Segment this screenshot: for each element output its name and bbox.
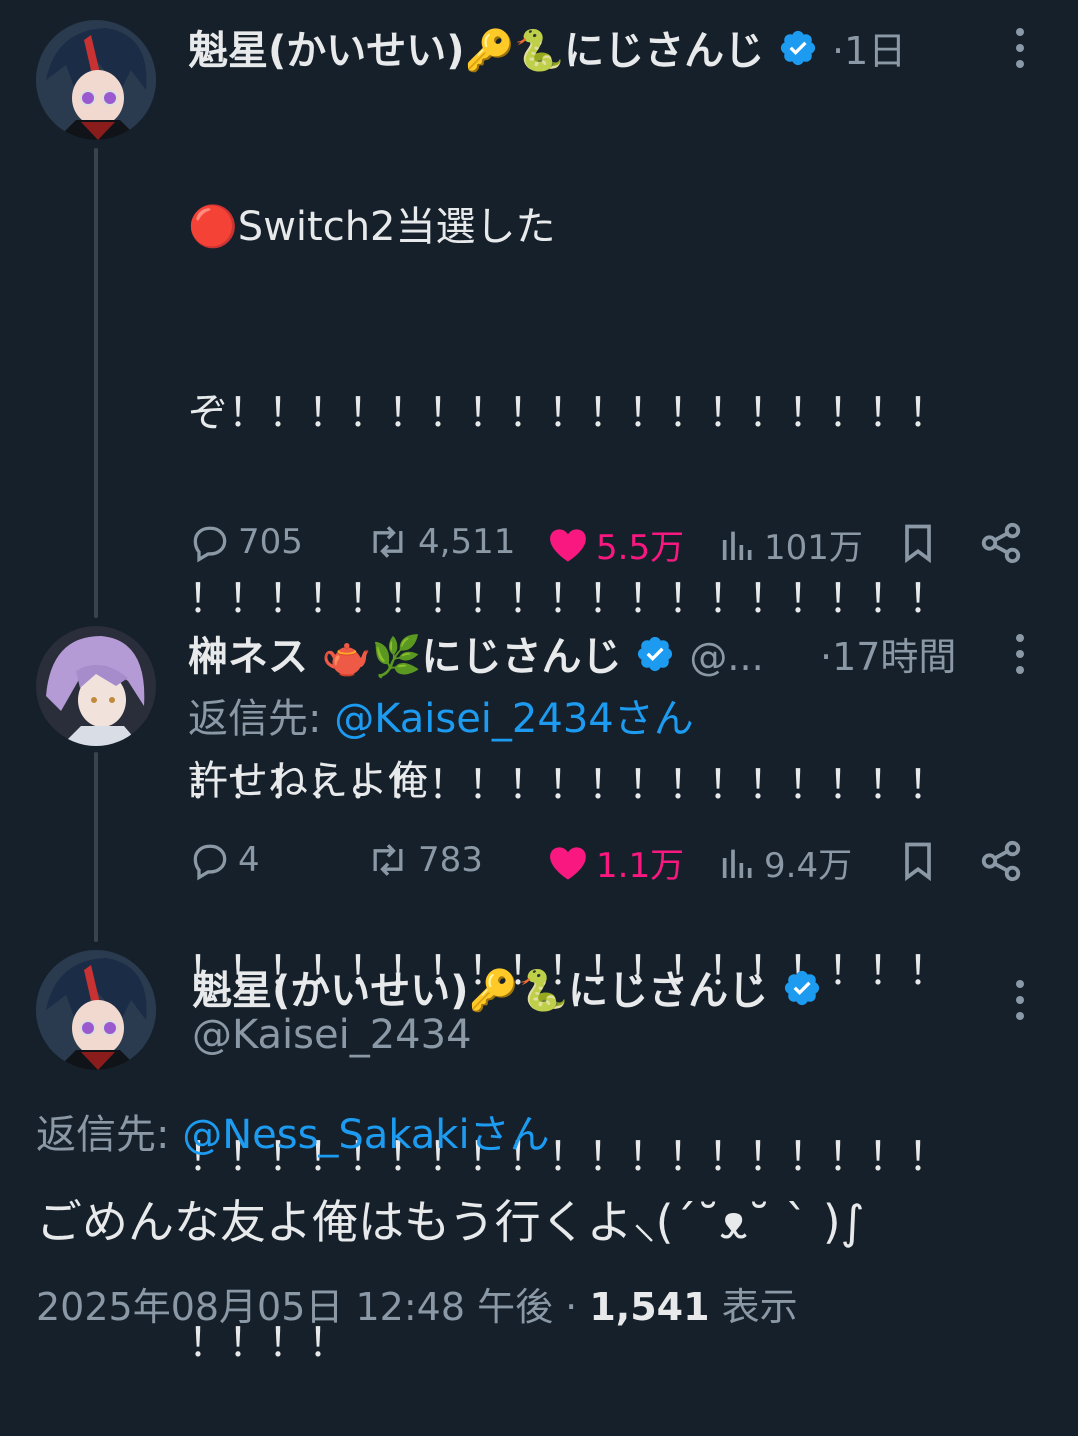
avatar-ness[interactable] [36,626,156,746]
heart-filled-icon [550,528,586,561]
tweet1-like-count: 5.5万 [596,528,685,568]
reply-icon [193,844,227,881]
tweet1-like-button[interactable]: 5.5万 [546,520,684,569]
tweet3-reply-prefix: 返信先: [36,1112,183,1158]
tweet2-reply-to-link[interactable]: @Kaisei_2434さん [334,696,694,742]
avatar-kaisei-focused[interactable] [36,950,156,1070]
tweet1-time[interactable]: ·1日 [832,29,906,73]
tweet2-body: 許せねえよ俺 [188,758,428,804]
tweet1-reply-button[interactable]: 705 [188,520,303,564]
verified-badge-icon [782,968,822,1018]
tweet2-reply-context: 返信先: @Kaisei_2434さん [188,686,694,744]
tweet3-author-name-text: 魁星(かいせい)🔑🐍にじさんじ [192,968,769,1014]
tweet1-views-button[interactable]: 101万 [718,520,863,569]
tweet1-author-name-text: 魁星(かいせい)🔑🐍にじさんじ [188,28,765,74]
tweet2-retweet-button[interactable]: 783 [364,838,483,882]
tweet3-timestamp[interactable]: 2025年08月05日 12:48 午後 · [36,1285,589,1329]
tweet2-view-count: 9.4万 [764,846,853,886]
thread-line-1 [94,148,98,618]
tweet2-reply-prefix: 返信先: [188,696,335,742]
tweet1-share-icon[interactable] [978,520,1024,570]
tweet1-line-3: ！！！！！！！！！！！！！！！！！！！ [188,576,948,622]
tweet3-handle[interactable]: @Kaisei_2434 [192,1012,472,1058]
tweet2-reply-count: 4 [238,840,260,880]
thread-line-2 [94,752,98,942]
tweet3-reply-context: 返信先: @Ness_Sakakiさん [36,1102,550,1160]
heart-filled-icon [550,846,586,879]
tweet3-body: ごめんな友よ俺はもう行くよ⸜(´˘ᴥ˘ ` )∫ [36,1195,865,1249]
tweet1-line-2: ぞ！！！！！！！！！！！！！！！！！！ [188,390,948,436]
tweet2-like-count: 1.1万 [596,846,685,886]
tweet1-reply-count: 705 [238,522,303,562]
avatar-kaisei[interactable] [36,20,156,140]
tweet1-more-icon[interactable] [1016,28,1024,76]
views-chart-icon [722,849,752,878]
tweet1-bookmark-icon[interactable] [896,520,940,570]
tweet2-more-icon[interactable] [1016,634,1024,682]
tweet1-line-1: 🔴Switch2当選した [188,204,556,250]
verified-badge-icon [635,634,675,684]
retweet-icon [373,844,403,876]
tweet2-reply-button[interactable]: 4 [188,838,260,882]
retweet-icon [373,526,403,558]
tweet3-view-label: 表示 [709,1285,798,1329]
tweet3-more-icon[interactable] [1016,980,1024,1028]
verified-badge-icon [778,28,818,78]
tweet2-handle[interactable]: @... [689,635,763,679]
tweet2-retweet-count: 783 [418,840,483,880]
tweet3-reply-to-link[interactable]: @Ness_Sakakiさん [182,1112,549,1158]
tweet1-retweet-button[interactable]: 4,511 [364,520,515,564]
reply-icon [193,526,227,563]
tweet2-author-name[interactable]: 榊ネス 🫖🌿にじさんじ @... [188,624,764,684]
tweet2-author-name-text: 榊ネス 🫖🌿にじさんじ [188,634,622,680]
tweet1-author-name[interactable]: 魁星(かいせい)🔑🐍にじさんじ ·1日 [188,18,906,78]
tweet2-bookmark-icon[interactable] [896,838,940,888]
tweet2-time[interactable]: ·17時間 [820,626,956,681]
tweet3-view-count: 1,541 [589,1285,710,1329]
tweet2-like-button[interactable]: 1.1万 [546,838,684,887]
tweet1-view-count: 101万 [764,528,863,568]
tweet2-share-icon[interactable] [978,838,1024,888]
tweet2-views-button[interactable]: 9.4万 [718,838,852,887]
tweet1-retweet-count: 4,511 [418,522,516,562]
views-chart-icon [722,531,752,560]
tweet3-meta: 2025年08月05日 12:48 午後 · 1,541 表示 [36,1276,798,1331]
tweet3-author-name[interactable]: 魁星(かいせい)🔑🐍にじさんじ [192,958,822,1018]
